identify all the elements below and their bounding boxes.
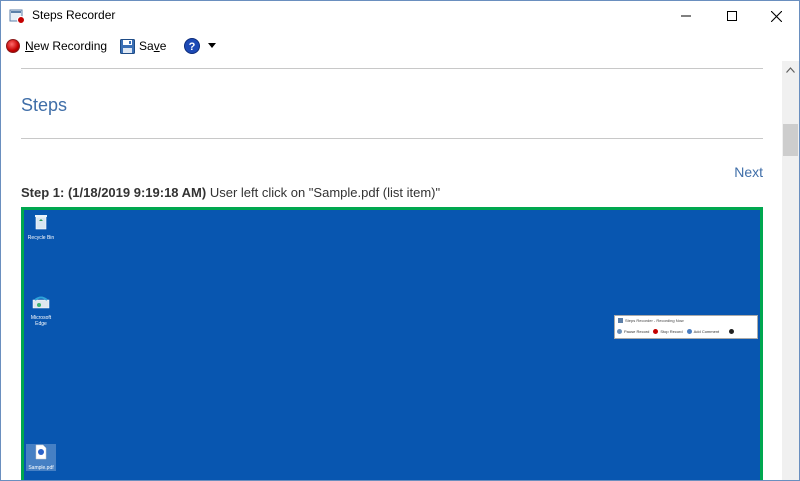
mini-comment-button: Add Comment — [686, 329, 719, 335]
microsoft-edge-icon: Microsoft Edge — [26, 296, 56, 327]
desktop-preview: Recycle Bin Microsoft Edge Sample.pdf St… — [24, 210, 760, 480]
record-icon — [6, 39, 20, 53]
mini-recorder-title: Steps Recorder - Recording Now — [625, 318, 684, 323]
divider — [21, 68, 763, 69]
floppy-disk-icon — [120, 38, 135, 54]
steps-heading: Steps — [21, 95, 68, 115]
title-bar: Steps Recorder — [1, 1, 799, 31]
steps-content: Steps Next Step 1: (1/18/2019 9:19:18 AM… — [1, 61, 782, 480]
mini-recorder-window: Steps Recorder - Recording Now Pause Rec… — [614, 315, 758, 339]
window-title: Steps Recorder — [32, 8, 116, 22]
svg-text:?: ? — [189, 41, 196, 53]
mini-recorder-toolbar: Pause Record Stop Record Add Comment — [617, 329, 736, 335]
step-label: Step 1: (1/18/2019 9:19:18 AM) — [21, 185, 207, 200]
steps-recorder-app-icon — [9, 9, 25, 24]
help-dropdown-button[interactable] — [208, 37, 216, 55]
maximize-icon — [727, 11, 737, 21]
minimize-button[interactable] — [663, 1, 709, 31]
new-recording-label: New Recording — [25, 39, 108, 53]
step-action-text: User left click on "Sample.pdf (list ite… — [206, 185, 441, 200]
mini-help-icon — [723, 329, 736, 335]
maximize-button[interactable] — [709, 1, 755, 31]
step-screenshot[interactable]: Recycle Bin Microsoft Edge Sample.pdf St… — [21, 207, 763, 480]
steps-recorder-window: Steps Recorder New Recording Save ? Step… — [0, 0, 800, 481]
minimize-icon — [681, 15, 691, 17]
scroll-up-button[interactable] — [782, 61, 799, 78]
mini-app-icon — [618, 318, 623, 323]
recycle-bin-icon: Recycle Bin — [26, 214, 56, 241]
question-icon: ? — [184, 38, 200, 54]
mini-stop-button: Stop Record — [653, 329, 683, 335]
save-label: Save — [139, 39, 167, 53]
scroll-thumb[interactable] — [783, 124, 798, 156]
chevron-up-icon — [786, 66, 795, 73]
step-description: Step 1: (1/18/2019 9:19:18 AM) User left… — [21, 185, 440, 200]
new-recording-button[interactable]: New Recording — [6, 37, 107, 55]
vertical-scrollbar[interactable] — [782, 61, 799, 480]
pdf-file-icon: Sample.pdf — [26, 444, 56, 471]
save-button[interactable]: Save — [120, 37, 166, 55]
next-link[interactable]: Next — [734, 164, 763, 180]
close-button[interactable] — [753, 1, 799, 31]
mini-pause-button: Pause Record — [617, 329, 649, 335]
caret-down-icon — [208, 43, 216, 48]
toolbar: New Recording Save ? — [1, 31, 799, 61]
close-icon — [770, 10, 782, 22]
divider — [21, 138, 763, 139]
help-button[interactable]: ? — [184, 37, 200, 55]
